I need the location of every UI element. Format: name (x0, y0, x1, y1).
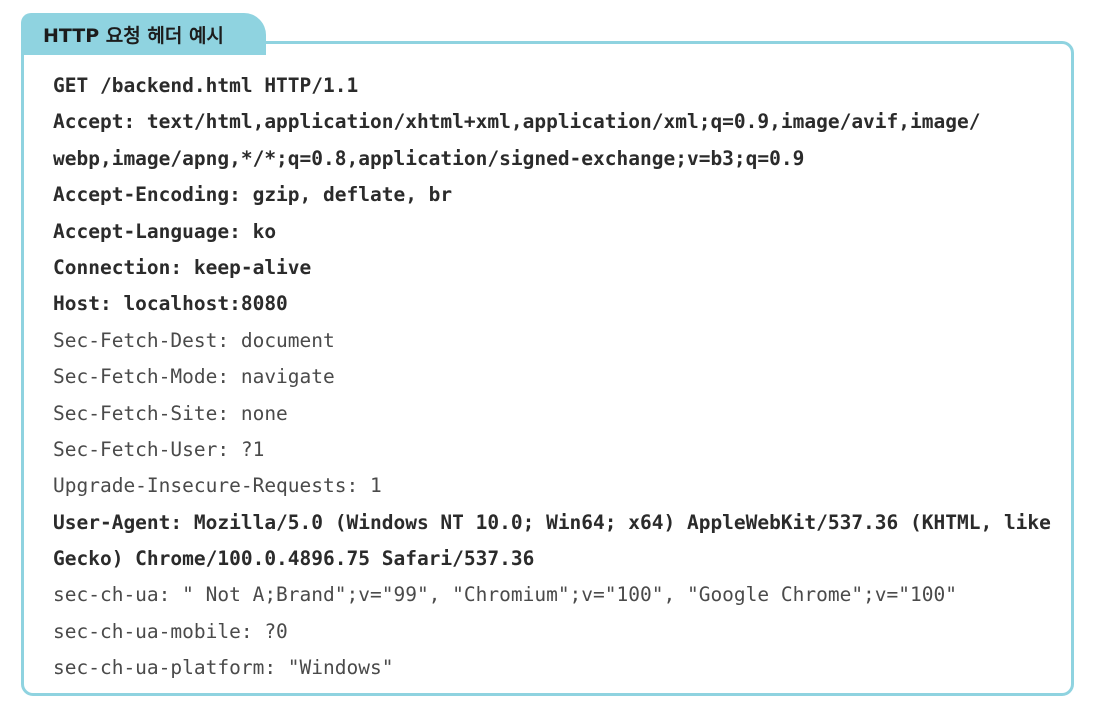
header-line: Sec-Fetch-Mode: navigate (53, 365, 335, 389)
header-line: User-Agent: Mozilla/5.0 (Windows NT 10.0… (53, 510, 1051, 534)
header-line: Host: localhost:8080 (53, 292, 288, 316)
header-line: Accept-Encoding: gzip, deflate, br (53, 183, 453, 207)
header-line: Sec-Fetch-Dest: document (53, 328, 335, 352)
header-line: Sec-Fetch-Site: none (53, 401, 288, 425)
header-line: Upgrade-Insecure-Requests: 1 (53, 474, 382, 498)
header-line: Accept-Language: ko (53, 219, 277, 243)
header-line: webp,image/apng,*/*;q=0.8,application/si… (53, 146, 805, 170)
header-line: Sec-Fetch-User: ?1 (53, 437, 265, 461)
example-title-tab: HTTP 요청 헤더 예시 (21, 13, 266, 55)
header-line: Connection: keep-alive (53, 255, 312, 279)
header-line: sec-ch-ua: " Not A;Brand";v="99", "Chrom… (53, 583, 957, 607)
header-line: sec-ch-ua-platform: "Windows" (53, 656, 394, 680)
header-line: Accept: text/html,application/xhtml+xml,… (53, 110, 981, 134)
http-request-header-code: GET /backend.html HTTP/1.1 Accept: text/h… (53, 68, 1063, 687)
header-line: GET /backend.html HTTP/1.1 (53, 74, 359, 97)
example-title: HTTP 요청 헤더 예시 (43, 24, 224, 47)
header-line: Gecko) Chrome/100.0.4896.75 Safari/537.3… (53, 547, 535, 571)
header-line: sec-ch-ua-mobile: ?0 (53, 619, 288, 643)
